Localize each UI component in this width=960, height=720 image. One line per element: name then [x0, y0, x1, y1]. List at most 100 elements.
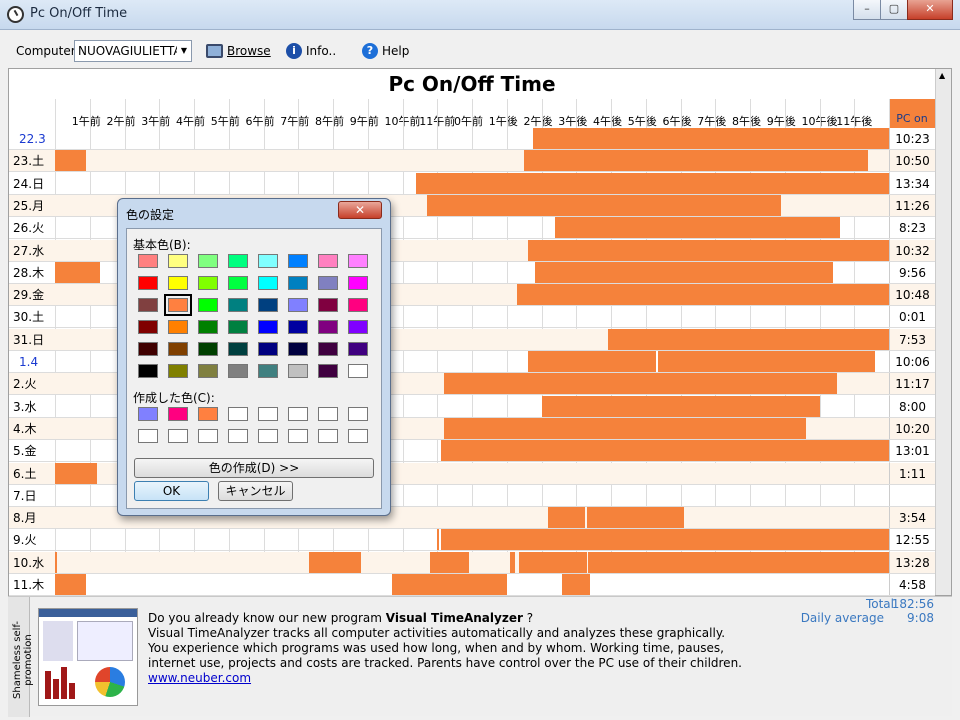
on-time-bar[interactable] [437, 529, 439, 551]
on-time-bar[interactable] [444, 373, 837, 395]
basic-color-swatch[interactable] [198, 254, 218, 268]
help-button[interactable]: ? Help [362, 41, 409, 61]
on-time-bar[interactable] [440, 440, 889, 462]
basic-color-swatch[interactable] [138, 276, 158, 290]
on-time-bar[interactable] [607, 328, 889, 350]
on-time-bar[interactable] [426, 194, 782, 216]
computer-select[interactable]: NUOVAGIULIETTA ▼ [74, 40, 192, 62]
basic-color-swatch[interactable] [258, 342, 278, 356]
custom-color-swatch[interactable] [318, 407, 338, 421]
vertical-scrollbar[interactable]: ▲ [935, 69, 951, 595]
custom-color-swatch[interactable] [198, 407, 218, 421]
basic-color-swatch[interactable] [348, 342, 368, 356]
visual-timeanalyzer-screenshot[interactable] [38, 608, 138, 706]
basic-color-swatch[interactable] [198, 276, 218, 290]
basic-color-swatch[interactable] [288, 276, 308, 290]
on-time-bar[interactable] [444, 417, 806, 439]
basic-color-swatch[interactable] [348, 298, 368, 312]
basic-color-swatch[interactable] [288, 320, 308, 334]
on-time-bar[interactable] [657, 351, 876, 372]
basic-color-swatch[interactable] [198, 364, 218, 378]
basic-color-swatch[interactable] [138, 254, 158, 268]
on-time-bar[interactable] [527, 239, 889, 261]
basic-color-swatch[interactable] [198, 342, 218, 356]
basic-color-swatch[interactable] [318, 364, 338, 378]
basic-color-swatch[interactable] [318, 254, 338, 268]
ok-button[interactable]: OK [134, 481, 209, 501]
on-time-bar[interactable] [55, 150, 87, 172]
basic-color-swatch[interactable] [228, 364, 248, 378]
basic-color-swatch[interactable] [138, 342, 158, 356]
custom-color-swatch[interactable] [168, 407, 188, 421]
maximize-button[interactable]: ▢ [880, 0, 908, 20]
on-time-bar[interactable] [532, 128, 889, 149]
on-time-bar[interactable] [555, 217, 841, 239]
cancel-button[interactable]: キャンセル [218, 481, 293, 501]
basic-color-swatch[interactable] [258, 276, 278, 290]
basic-color-swatch[interactable] [288, 298, 308, 312]
custom-color-swatch[interactable] [138, 407, 158, 421]
custom-color-swatch[interactable] [258, 429, 278, 443]
custom-color-swatch[interactable] [348, 407, 368, 421]
on-time-bar[interactable] [308, 551, 361, 573]
basic-color-swatch[interactable] [348, 320, 368, 334]
custom-color-swatch[interactable] [288, 429, 308, 443]
basic-color-swatch[interactable] [228, 320, 248, 334]
basic-color-swatch[interactable] [228, 254, 248, 268]
define-custom-color-button[interactable]: 色の作成(D) >> [134, 458, 374, 478]
on-time-bar[interactable] [586, 507, 684, 529]
on-time-bar[interactable] [55, 574, 87, 595]
on-time-bar[interactable] [510, 551, 516, 573]
scroll-up-icon[interactable]: ▲ [939, 71, 945, 80]
on-time-bar[interactable] [588, 551, 889, 573]
on-time-bar[interactable] [527, 351, 657, 372]
custom-color-swatch[interactable] [138, 429, 158, 443]
basic-color-swatch[interactable] [258, 254, 278, 268]
basic-color-swatch[interactable] [318, 342, 338, 356]
on-time-bar[interactable] [524, 150, 869, 172]
basic-color-swatch[interactable] [348, 254, 368, 268]
basic-color-swatch[interactable] [288, 342, 308, 356]
basic-color-swatch[interactable] [258, 320, 278, 334]
on-time-bar[interactable] [534, 261, 834, 283]
basic-color-swatch[interactable] [168, 342, 188, 356]
basic-color-swatch[interactable] [258, 364, 278, 378]
basic-color-swatch[interactable] [164, 294, 192, 316]
basic-color-swatch[interactable] [168, 254, 188, 268]
basic-color-swatch[interactable] [198, 320, 218, 334]
on-time-bar[interactable] [517, 284, 889, 306]
custom-color-swatch[interactable] [348, 429, 368, 443]
basic-color-swatch[interactable] [258, 298, 278, 312]
dialog-close-button[interactable]: ✕ [338, 201, 382, 219]
custom-color-swatch[interactable] [228, 407, 248, 421]
custom-color-swatch[interactable] [288, 407, 308, 421]
custom-color-swatch[interactable] [198, 429, 218, 443]
custom-color-swatch[interactable] [318, 429, 338, 443]
basic-color-swatch[interactable] [168, 276, 188, 290]
basic-color-swatch[interactable] [138, 320, 158, 334]
basic-color-swatch[interactable] [348, 276, 368, 290]
basic-color-swatch[interactable] [198, 298, 218, 312]
on-time-bar[interactable] [430, 551, 469, 573]
info-button[interactable]: i Info.. [286, 41, 336, 61]
basic-color-swatch[interactable] [168, 320, 188, 334]
close-button[interactable]: ✕ [907, 0, 953, 20]
basic-color-swatch[interactable] [228, 298, 248, 312]
basic-color-swatch[interactable] [318, 276, 338, 290]
basic-color-swatch[interactable] [138, 298, 158, 312]
on-time-bar[interactable] [562, 574, 591, 595]
basic-color-swatch[interactable] [138, 364, 158, 378]
on-time-bar[interactable] [416, 172, 889, 194]
on-time-bar[interactable] [518, 551, 587, 573]
basic-color-swatch[interactable] [228, 342, 248, 356]
on-time-bar[interactable] [55, 462, 97, 484]
basic-color-swatch[interactable] [318, 298, 338, 312]
on-time-bar[interactable] [548, 507, 585, 529]
custom-color-swatch[interactable] [168, 429, 188, 443]
minimize-button[interactable]: – [853, 0, 881, 20]
on-time-bar[interactable] [440, 529, 889, 551]
on-time-bar[interactable] [541, 395, 820, 417]
basic-color-swatch[interactable] [168, 364, 188, 378]
basic-color-swatch[interactable] [348, 364, 368, 378]
basic-color-swatch[interactable] [288, 254, 308, 268]
